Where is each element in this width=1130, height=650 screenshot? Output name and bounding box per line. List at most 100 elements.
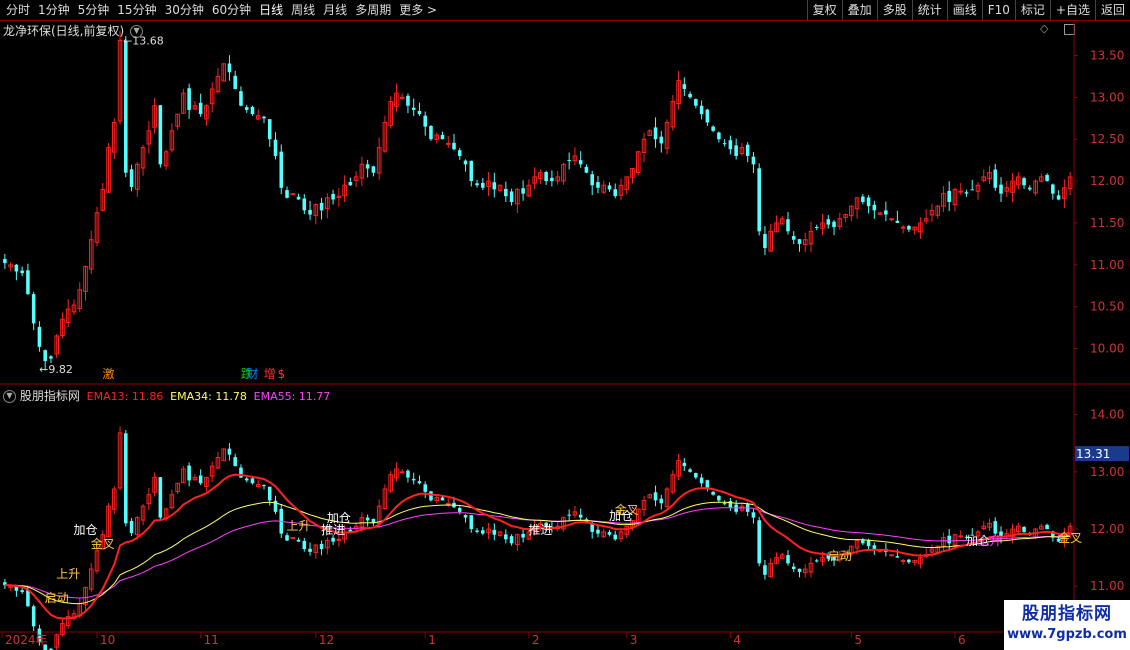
ind-candle-98 xyxy=(567,514,571,516)
toolbar-button-2[interactable]: 多股 xyxy=(876,0,912,20)
main-candle-129 xyxy=(745,144,750,156)
period-tab-1[interactable]: 1分钟 xyxy=(34,0,74,20)
ind-candle-136 xyxy=(786,555,790,564)
signal-label-1: 金叉 xyxy=(91,536,115,551)
signal-label-7: 推进 xyxy=(528,523,552,537)
main-candle-88 xyxy=(509,191,514,202)
ind-candle-73 xyxy=(423,484,428,492)
main-candle-0 xyxy=(3,258,7,264)
main-candle-153 xyxy=(884,210,888,215)
main-candle-150 xyxy=(866,197,871,207)
main-candle-121 xyxy=(699,105,704,115)
ind-candle-53 xyxy=(308,548,312,552)
main-candle-81 xyxy=(469,160,474,182)
main-candle-94 xyxy=(544,172,548,182)
main-candle-82 xyxy=(475,183,479,186)
ind-tick-label-0: 14.00 xyxy=(1090,408,1124,422)
toolbar-button-3[interactable]: 统计 xyxy=(911,0,947,20)
ind-candle-42 xyxy=(244,478,249,481)
ind-candle-131 xyxy=(757,520,761,564)
ind-candle-39 xyxy=(227,448,232,455)
ind-candle-34 xyxy=(198,475,203,484)
ind-candle-90 xyxy=(521,533,525,538)
ind-candle-45 xyxy=(262,485,266,487)
time-label-9: 6 xyxy=(958,633,966,647)
main-candle-149 xyxy=(861,196,865,202)
signal-label-12: 上升 xyxy=(978,534,1002,548)
main-candle-172 xyxy=(993,169,998,188)
ind-candle-52 xyxy=(302,540,307,550)
period-tab-9[interactable]: 多周期 xyxy=(351,0,395,20)
period-tab-3[interactable]: 15分钟 xyxy=(113,0,160,20)
time-label-7: 4 xyxy=(733,633,741,647)
period-tab-10[interactable]: 更多 > xyxy=(395,0,441,20)
main-candle-103 xyxy=(596,182,600,188)
main-candle-73 xyxy=(423,115,428,127)
main-candle-164 xyxy=(947,190,951,202)
signal-label-13: 金叉 xyxy=(1058,530,1082,545)
ind-candle-119 xyxy=(688,469,692,472)
toolbar-button-7[interactable]: +自选 xyxy=(1049,0,1095,20)
indicator-candles xyxy=(3,426,1073,650)
period-tab-0[interactable]: 分时 xyxy=(2,0,34,20)
ind-candle-80 xyxy=(463,515,468,518)
period-tab-7[interactable]: 周线 xyxy=(287,0,319,20)
ind-candle-69 xyxy=(399,471,405,474)
main-candle-166 xyxy=(958,190,964,193)
ind-candle-100 xyxy=(578,514,583,518)
main-candle-131 xyxy=(757,168,761,232)
main-candle-87 xyxy=(504,188,508,197)
ind-candle-166 xyxy=(958,535,964,538)
ind-candle-114 xyxy=(659,498,664,504)
main-candle-71 xyxy=(411,107,416,110)
period-tab-6[interactable]: 日线 xyxy=(255,0,287,20)
toolbar-button-1[interactable]: 叠加 xyxy=(841,0,877,20)
toolbar-button-0[interactable]: 复权 xyxy=(806,0,842,20)
main-candle-32 xyxy=(187,88,191,110)
main-candle-39 xyxy=(227,63,232,73)
ind-candle-63 xyxy=(365,517,370,521)
toolbar-button-8[interactable]: 返回 xyxy=(1094,0,1130,20)
period-tab-4[interactable]: 30分钟 xyxy=(161,0,208,20)
current-price-label: 13.31 xyxy=(1076,447,1110,461)
main-candle-122 xyxy=(705,109,710,123)
main-candle-167 xyxy=(964,192,969,194)
signal-label-2: 上升 xyxy=(56,567,80,581)
ind-candle-88 xyxy=(509,536,514,544)
toolbar-actions: 复权 叠加 多股 统计 画线 F10 标记 +自选 返回 xyxy=(806,0,1130,20)
main-candle-43 xyxy=(250,106,255,115)
toolbar-button-5[interactable]: F10 xyxy=(981,0,1015,20)
price-tick-label-3: 12.00 xyxy=(1090,174,1124,188)
period-tab-8[interactable]: 月线 xyxy=(319,0,351,20)
time-label-8: 5 xyxy=(854,633,862,647)
ema13-line xyxy=(4,473,1071,620)
ind-candle-113 xyxy=(653,492,658,501)
time-label-2: 11 xyxy=(204,633,219,647)
main-candle-50 xyxy=(290,193,296,196)
kline-chart[interactable]: 13.50 13.00 12.50 12.00 11.50 11.00 10.50 10.00… xyxy=(0,20,1130,650)
main-candle-127 xyxy=(734,145,738,156)
ind-tick-label-2: 12.00 xyxy=(1090,522,1124,536)
toolbar-button-4[interactable]: 画线 xyxy=(946,0,982,20)
event-marker-0: 激 xyxy=(103,367,115,381)
main-candle-120 xyxy=(694,99,698,106)
main-candle-105 xyxy=(607,185,612,190)
main-candle-130 xyxy=(751,156,756,165)
event-marker-3: 增 xyxy=(264,367,276,381)
main-candle-132 xyxy=(763,234,767,249)
period-tab-5[interactable]: 60分钟 xyxy=(208,0,255,20)
time-label-1: 10 xyxy=(100,633,115,647)
toolbar-button-6[interactable]: 标记 xyxy=(1014,0,1050,20)
time-label-6: 3 xyxy=(630,633,638,647)
ind-candle-70 xyxy=(406,470,410,478)
main-candle-154 xyxy=(889,218,894,221)
ind-candle-132 xyxy=(763,565,767,575)
period-tab-2[interactable]: 5分钟 xyxy=(74,0,114,20)
main-candle-22 xyxy=(129,169,134,187)
main-candle-98 xyxy=(567,160,571,162)
main-candle-144 xyxy=(832,221,836,228)
ind-candle-58 xyxy=(336,538,342,541)
main-candle-178 xyxy=(1028,187,1032,190)
main-candle-27 xyxy=(158,105,163,165)
main-candle-114 xyxy=(659,136,664,144)
